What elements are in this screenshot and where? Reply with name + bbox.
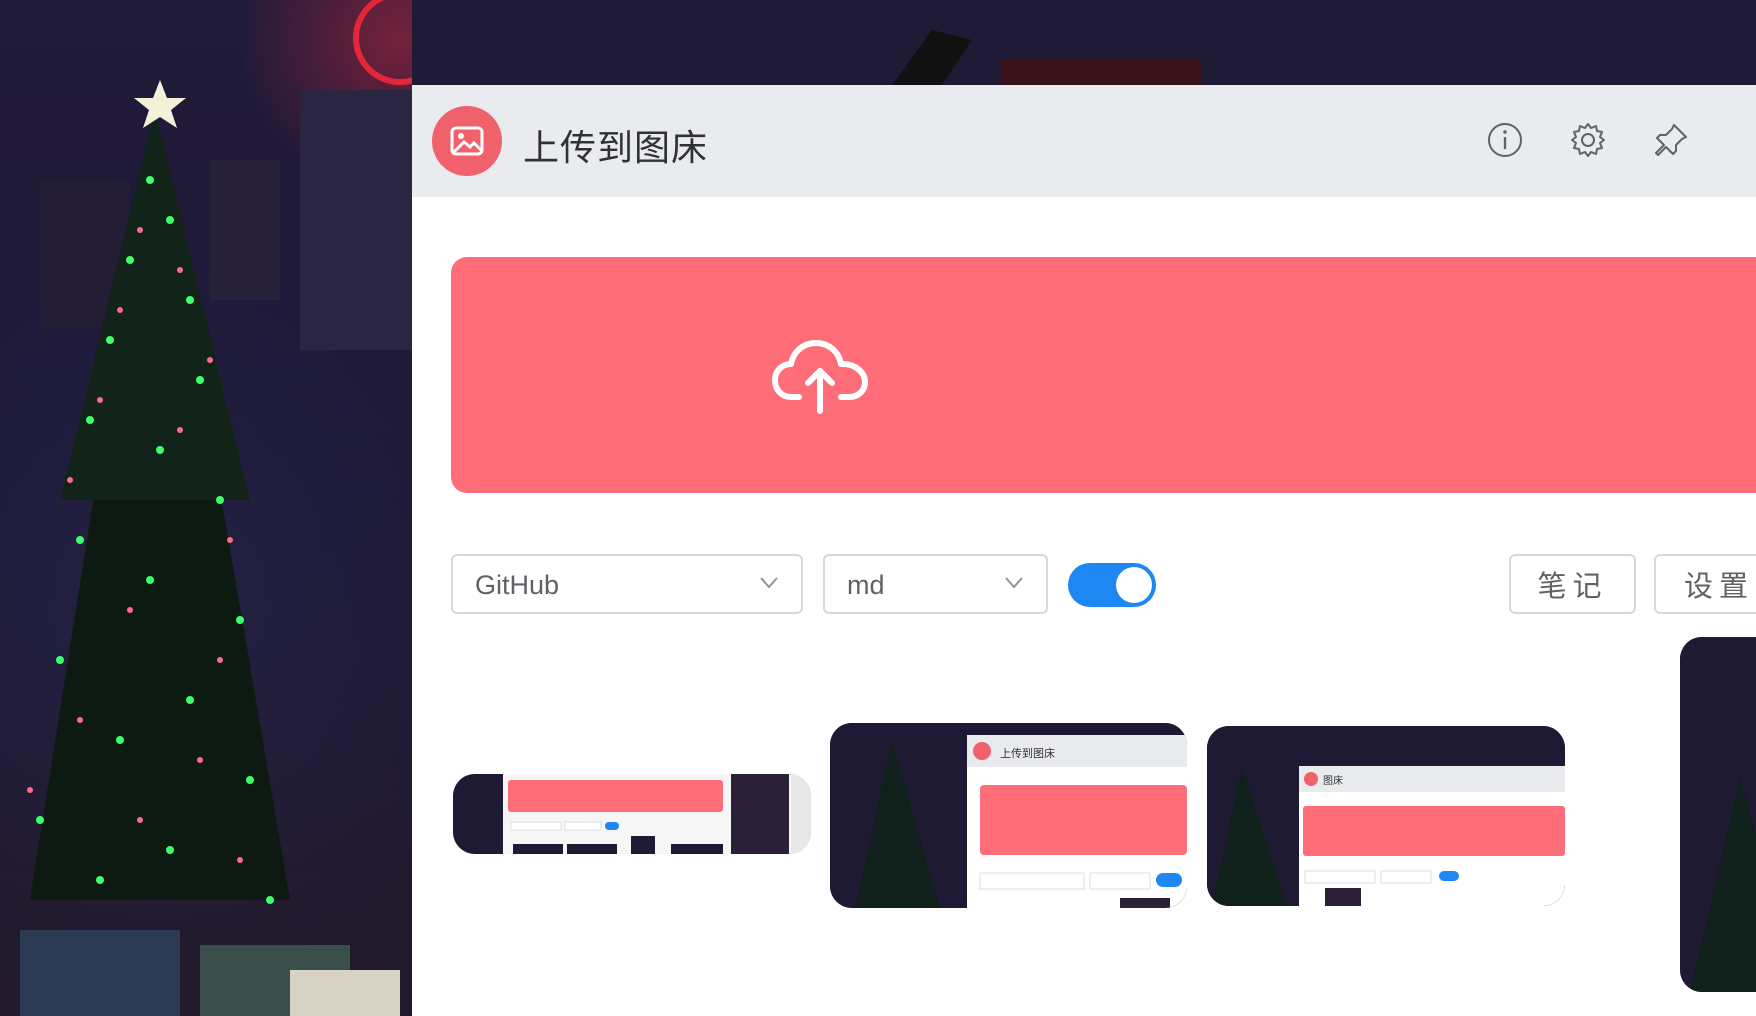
sky-strip (412, 0, 1756, 85)
thumbnail-window-title: 图床 (1323, 776, 1343, 787)
history-thumbnail[interactable]: 图床 (1207, 726, 1565, 906)
app-title: 上传到图床 (523, 127, 709, 168)
image-host-select[interactable]: GitHub (451, 554, 803, 614)
title-bar: 上传到图床 (412, 85, 1756, 197)
history-thumbnail[interactable] (453, 774, 811, 854)
image-host-value: GitHub (475, 570, 560, 600)
pin-button[interactable] (1651, 120, 1691, 160)
upload-drop-zone[interactable] (451, 257, 1756, 493)
chevron-down-icon (1005, 577, 1023, 589)
link-format-value: md (847, 570, 885, 600)
note-button[interactable]: 笔记 (1509, 554, 1636, 614)
auto-copy-toggle[interactable] (1068, 563, 1156, 607)
history-thumbnail[interactable] (1680, 637, 1756, 992)
chevron-down-icon (760, 577, 778, 589)
thumbnail-window-title: 上传到图床 (1000, 748, 1055, 760)
settings-button[interactable]: 设置 (1654, 554, 1756, 614)
cloud-upload-icon (772, 340, 868, 414)
settings-icon-button[interactable] (1568, 120, 1608, 160)
info-icon (1488, 123, 1522, 157)
info-button[interactable] (1485, 120, 1525, 160)
image-icon (432, 106, 502, 176)
toggle-knob (1116, 567, 1152, 603)
history-thumbnail[interactable]: 上传到图床 (830, 723, 1187, 908)
gear-icon (1571, 123, 1605, 157)
uploader-window: 上传到图床 GitHub md 笔记 设置 上传到图床 图床 (412, 85, 1756, 1016)
pin-icon (1655, 124, 1687, 156)
christmas-tree-scene (20, 0, 412, 1016)
link-format-select[interactable]: md (823, 554, 1048, 614)
